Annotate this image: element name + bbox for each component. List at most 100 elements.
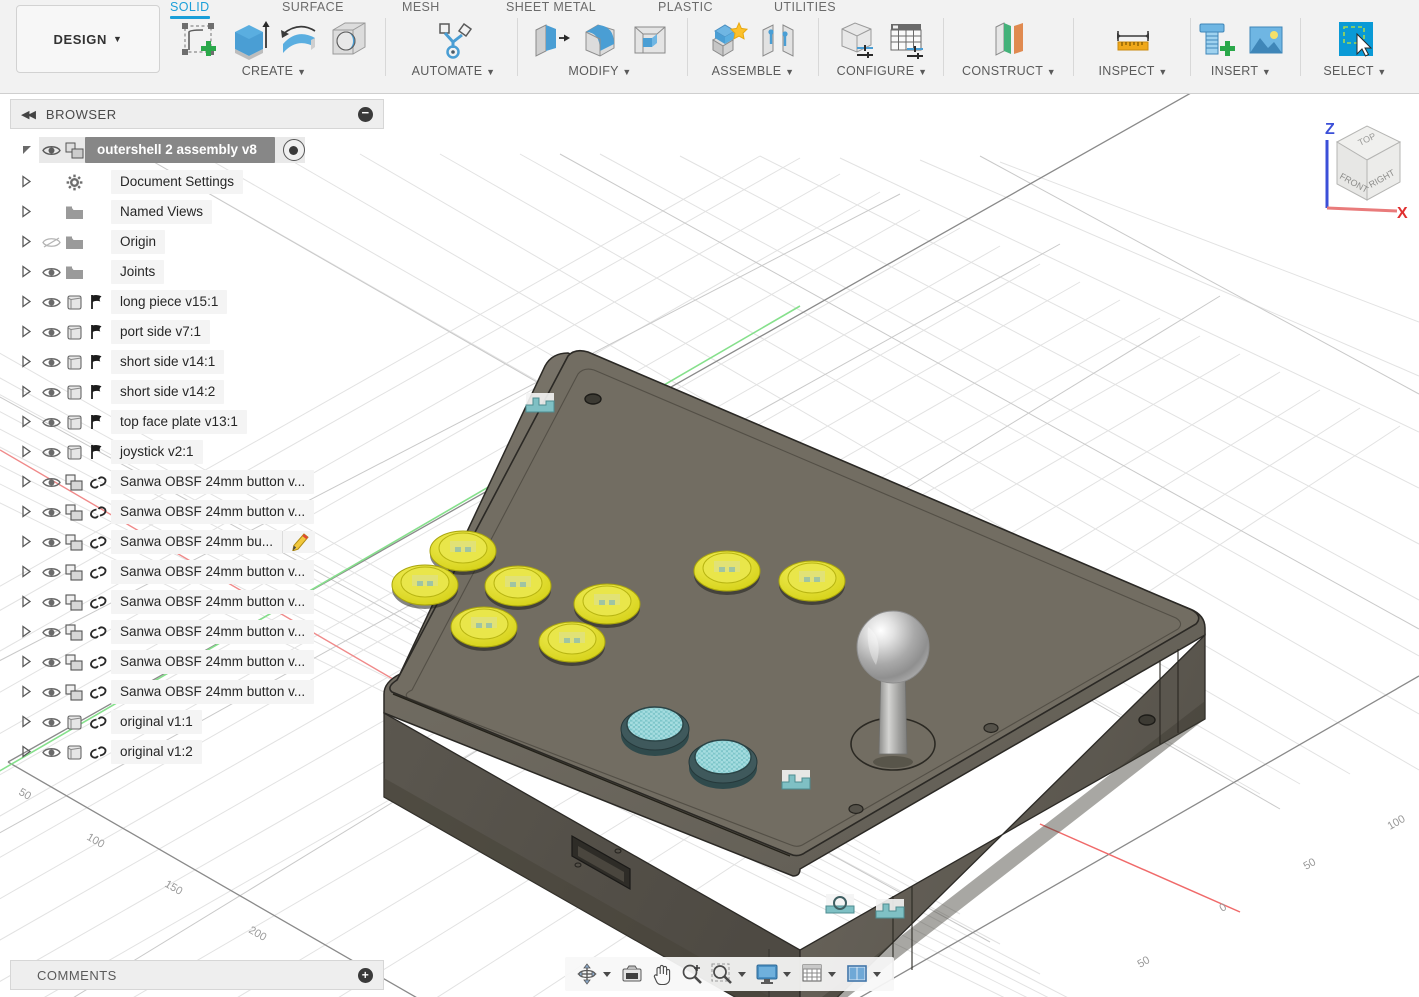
automate-icon[interactable] [432, 18, 476, 62]
tab-solid[interactable]: SOLID [170, 0, 210, 14]
expand-arrow-icon[interactable] [20, 325, 34, 339]
eye-visible-icon[interactable] [39, 296, 63, 309]
panel-insert-label[interactable]: INSERT ▼ [1211, 64, 1271, 78]
tree-root-row[interactable]: outershell 2 assembly v8 [10, 135, 384, 165]
tree-row[interactable]: Document Settings [10, 167, 384, 197]
eye-visible-icon[interactable] [39, 506, 63, 519]
tree-row-label[interactable]: Sanwa OBSF 24mm bu... [111, 530, 282, 554]
joint-icon[interactable] [756, 18, 800, 62]
expand-arrow-open-icon[interactable] [20, 143, 34, 157]
offset-plane-icon[interactable] [987, 18, 1031, 62]
eye-visible-icon[interactable] [39, 446, 63, 459]
panel-automate-label[interactable]: AUTOMATE ▼ [412, 64, 496, 78]
tab-plastic[interactable]: PLASTIC [658, 0, 713, 14]
tab-sheet-metal[interactable]: SHEET METAL [506, 0, 596, 14]
eye-visible-icon[interactable] [39, 626, 63, 639]
expand-arrow-icon[interactable] [20, 415, 34, 429]
minus-circle-icon[interactable]: − [358, 107, 373, 122]
viewports-button[interactable] [843, 961, 886, 987]
expand-arrow-icon[interactable] [20, 685, 34, 699]
chevron-down-icon[interactable] [738, 972, 746, 977]
activate-component-radio[interactable] [283, 139, 305, 161]
expand-arrow-icon[interactable] [20, 715, 34, 729]
tree-row-label[interactable]: Sanwa OBSF 24mm button v... [111, 620, 314, 644]
expand-arrow-icon[interactable] [20, 175, 34, 189]
display-settings-button[interactable] [753, 961, 796, 987]
tree-row[interactable]: Sanwa OBSF 24mm button v... [10, 647, 384, 677]
eye-visible-icon[interactable] [39, 386, 63, 399]
pan-button[interactable] [648, 961, 676, 987]
collapse-left-icon[interactable]: ◀◀ [21, 108, 34, 121]
display-settings-icon[interactable] [753, 961, 781, 987]
chevron-down-icon[interactable] [783, 972, 791, 977]
eye-visible-icon[interactable] [39, 656, 63, 669]
tree-row-label[interactable]: Joints [111, 260, 164, 284]
tree-root-label[interactable]: outershell 2 assembly v8 [85, 137, 275, 163]
tree-row[interactable]: top face plate v13:1 [10, 407, 384, 437]
tree-row[interactable]: original v1:2 [10, 737, 384, 767]
tree-row-label[interactable]: Sanwa OBSF 24mm button v... [111, 650, 314, 674]
eye-visible-icon[interactable] [39, 566, 63, 579]
panel-modify-label[interactable]: MODIFY ▼ [568, 64, 631, 78]
expand-arrow-icon[interactable] [20, 355, 34, 369]
orbit-button[interactable] [573, 961, 616, 987]
extrude-icon[interactable] [227, 18, 271, 62]
expand-arrow-icon[interactable] [20, 655, 34, 669]
expand-arrow-icon[interactable] [20, 475, 34, 489]
expand-arrow-icon[interactable] [20, 595, 34, 609]
select-window-icon[interactable] [1333, 18, 1377, 62]
tree-row[interactable]: Sanwa OBSF 24mm button v... [10, 587, 384, 617]
look-at-button[interactable] [618, 961, 646, 987]
tree-row[interactable]: Joints [10, 257, 384, 287]
tree-row-label[interactable]: Sanwa OBSF 24mm button v... [111, 680, 314, 704]
edit-in-place-icon[interactable] [282, 531, 315, 553]
viewports-icon[interactable] [843, 961, 871, 987]
tree-row[interactable]: Sanwa OBSF 24mm button v... [10, 467, 384, 497]
tree-row-label[interactable]: top face plate v13:1 [111, 410, 247, 434]
eye-visible-icon[interactable] [39, 596, 63, 609]
tab-utilities[interactable]: UTILITIES [774, 0, 836, 14]
orbit-icon[interactable] [573, 961, 601, 987]
pan-hand-icon[interactable] [648, 961, 676, 987]
tree-row-label[interactable]: joystick v2:1 [111, 440, 203, 464]
expand-arrow-icon[interactable] [20, 505, 34, 519]
expand-arrow-icon[interactable] [20, 565, 34, 579]
shell-icon[interactable] [628, 18, 672, 62]
expand-arrow-icon[interactable] [20, 235, 34, 249]
sphere-icon[interactable] [327, 18, 371, 62]
expand-arrow-icon[interactable] [20, 535, 34, 549]
zoom-window-button[interactable] [708, 961, 751, 987]
panel-construct-label[interactable]: CONSTRUCT ▼ [962, 64, 1056, 78]
grid-snaps-icon[interactable] [798, 961, 826, 987]
tree-row[interactable]: Sanwa OBSF 24mm bu... [10, 527, 384, 557]
expand-arrow-icon[interactable] [20, 385, 34, 399]
tab-mesh[interactable]: MESH [402, 0, 440, 14]
configure-part-icon[interactable] [835, 18, 879, 62]
expand-arrow-icon[interactable] [20, 445, 34, 459]
eye-visible-icon[interactable] [39, 144, 63, 157]
revolve-icon[interactable] [277, 18, 321, 62]
tree-row[interactable]: long piece v15:1 [10, 287, 384, 317]
chevron-down-icon[interactable] [603, 972, 611, 977]
tree-row-label[interactable]: port side v7:1 [111, 320, 210, 344]
eye-visible-icon[interactable] [39, 356, 63, 369]
tree-row[interactable]: Sanwa OBSF 24mm button v... [10, 617, 384, 647]
tree-row-label[interactable]: original v1:1 [111, 710, 202, 734]
insert-canvas-icon[interactable] [1244, 18, 1288, 62]
tree-row[interactable]: Sanwa OBSF 24mm button v... [10, 497, 384, 527]
eye-visible-icon[interactable] [39, 746, 63, 759]
create-sketch-icon[interactable] [177, 18, 221, 62]
eye-visible-icon[interactable] [39, 536, 63, 549]
expand-arrow-icon[interactable] [20, 745, 34, 759]
expand-arrow-icon[interactable] [20, 205, 34, 219]
look-at-icon[interactable] [618, 961, 646, 987]
tree-row[interactable]: Sanwa OBSF 24mm button v... [10, 557, 384, 587]
panel-create-label[interactable]: CREATE ▼ [242, 64, 307, 78]
tree-row-label[interactable]: short side v14:1 [111, 350, 224, 374]
tree-row-label[interactable]: Named Views [111, 200, 212, 224]
tree-row[interactable]: short side v14:1 [10, 347, 384, 377]
new-component-icon[interactable] [706, 18, 750, 62]
tree-row-label[interactable]: long piece v15:1 [111, 290, 227, 314]
zoom-window-icon[interactable] [708, 961, 736, 987]
zoom-in-icon[interactable] [678, 961, 706, 987]
